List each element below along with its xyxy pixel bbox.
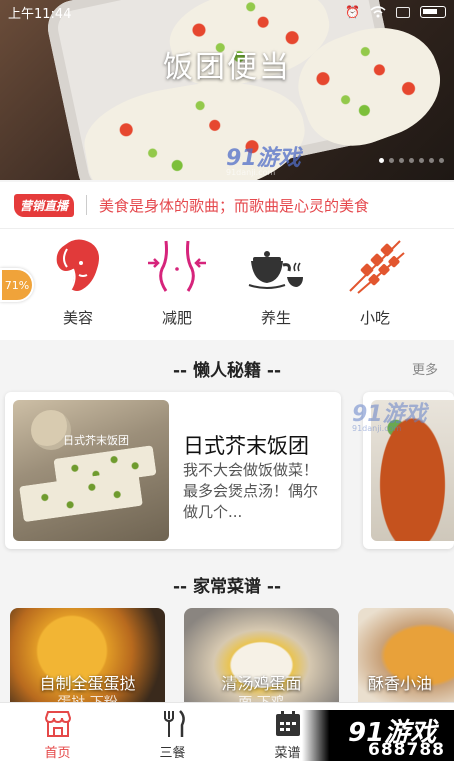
ticker-badge: 营销直播 [14, 193, 75, 217]
tab-label: 三餐 [159, 746, 186, 761]
waist-slim-icon [127, 229, 227, 297]
recipe-caption: 酥香小油 [368, 674, 433, 693]
tab-meals[interactable]: 三餐 [115, 703, 230, 761]
hero-pager-dots [379, 158, 444, 163]
recipe-caption: 清汤鸡蛋面 [221, 674, 302, 693]
category-label: 小吃 [359, 309, 390, 327]
home-recipe-card[interactable]: 自制全蛋蛋挞 蛋挞 下粉 [10, 608, 165, 703]
thumbnail-caption: 日式芥末饭团 [63, 434, 129, 447]
home-recipe-card[interactable]: 酥香小油 [358, 608, 454, 703]
pager-dot [389, 158, 394, 163]
hero-title: 饭团便当 [163, 50, 291, 85]
corner-watermark-logo: 91游戏 688788 [302, 710, 454, 761]
rice-block-image [19, 469, 143, 523]
skewers-icon [325, 229, 425, 297]
wifi-icon [370, 6, 386, 18]
marketing-ticker[interactable]: 营销直播 美食是身体的歌曲；而歌曲是心灵的美食 [0, 182, 454, 228]
pager-dot [429, 158, 434, 163]
teapot-icon [226, 229, 326, 297]
home-icon [0, 709, 115, 739]
lazy-section-title: -- 懒人秘籍 -- [172, 361, 282, 381]
pager-dot [439, 158, 444, 163]
recipe-title: 日式芥末饭团 [183, 434, 309, 458]
pager-dot [399, 158, 404, 163]
category-label: 养生 [260, 309, 291, 327]
content-watermark: 91游戏 91danji.com [352, 396, 427, 433]
category-row: 美容 减肥 养生 小吃 [0, 228, 454, 340]
more-link[interactable]: 更多 [412, 359, 438, 378]
tab-label: 首页 [44, 746, 71, 761]
category-beauty[interactable]: 美容 [28, 229, 128, 340]
battery-icon [420, 6, 446, 18]
home-recipe-card[interactable]: 清汤鸡蛋面 面 下鸡 [184, 608, 339, 703]
ticker-divider [86, 195, 88, 215]
category-health[interactable]: 养生 [226, 229, 326, 340]
tab-home[interactable]: 首页 [0, 703, 115, 761]
alarm-icon: ⏰ [345, 5, 360, 19]
recipe-thumbnail: 日式芥末饭团 [13, 400, 169, 541]
floating-progress-badge[interactable]: 71% [0, 268, 34, 302]
recipe-caption: 自制全蛋蛋挞 [39, 674, 136, 693]
app-screen: 饭团便当 91游戏 91danji.com 上午11:44 ⏰ 营销直播 美食是… [0, 0, 454, 761]
home-section-title: -- 家常菜谱 -- [172, 577, 282, 597]
corner-logo-number: 688788 [368, 740, 445, 760]
status-bar: 上午11:44 ⏰ [0, 0, 454, 24]
pager-dot [419, 158, 424, 163]
category-slim[interactable]: 减肥 [127, 229, 227, 340]
ticker-text: 美食是身体的歌曲；而歌曲是心灵的美食 [99, 196, 370, 215]
category-label: 美容 [62, 309, 93, 327]
pager-dot [409, 158, 414, 163]
hero-banner[interactable]: 饭团便当 91游戏 91danji.com [0, 0, 454, 180]
status-time: 上午11:44 [8, 6, 72, 22]
category-snack[interactable]: 小吃 [325, 229, 425, 340]
recipe-description: 我不大会做饭做菜！最多会煲点汤！偶尔做几个... [183, 461, 319, 521]
status-icons: ⏰ [345, 5, 446, 19]
category-label: 减肥 [161, 309, 192, 327]
lazy-recipe-card[interactable]: 日式芥末饭团 日式芥末饭团 我不大会做饭做菜！最多会煲点汤！偶尔做几个... [5, 392, 341, 549]
fork-knife-icon [115, 709, 230, 739]
hero-watermark: 91游戏 91danji.com [226, 140, 301, 177]
no-sim-icon [396, 6, 410, 18]
beauty-face-icon [28, 229, 128, 297]
pager-dot [379, 158, 384, 163]
